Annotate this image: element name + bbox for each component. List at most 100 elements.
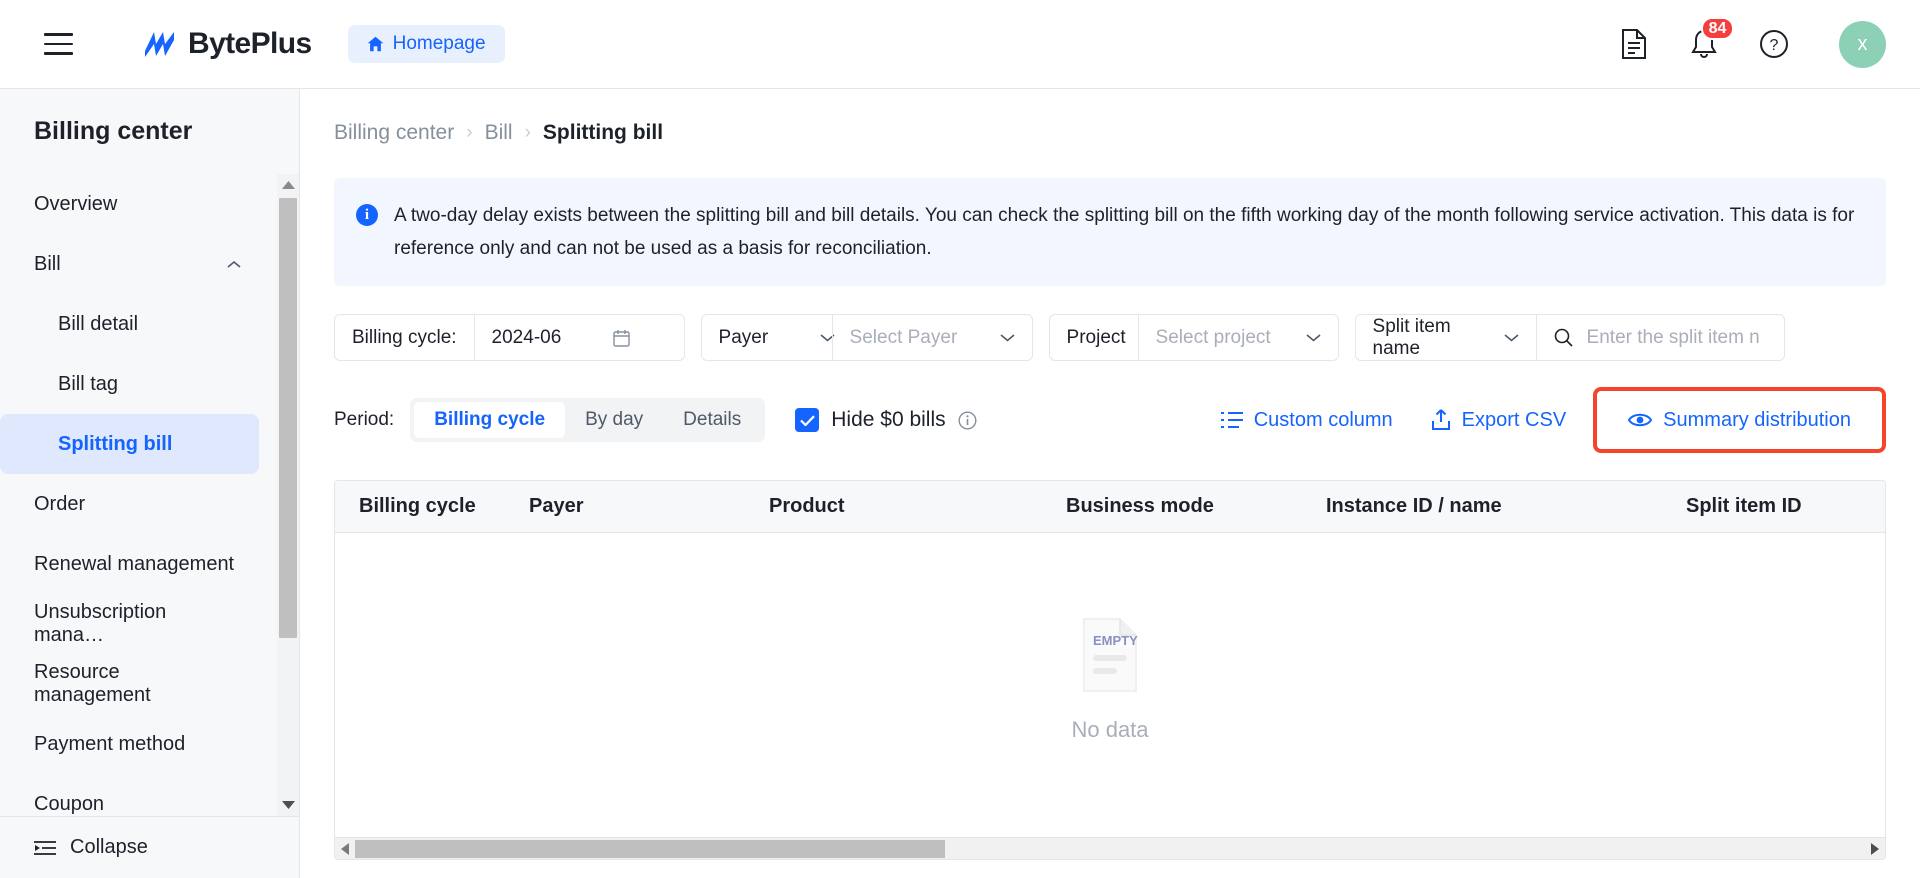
notification-badge: 84 <box>1701 17 1734 40</box>
tab-details[interactable]: Details <box>663 402 761 438</box>
splitting-bill-table: Billing cycle Payer Product Business mod… <box>334 480 1886 860</box>
collapse-button[interactable]: Collapse <box>0 816 299 878</box>
sidebar-item-label: Bill <box>34 252 61 275</box>
export-icon <box>1431 409 1450 430</box>
table-scrollbar-thumb[interactable] <box>355 839 945 858</box>
export-csv-button[interactable]: Export CSV <box>1412 399 1585 441</box>
info-icon: i <box>356 204 378 226</box>
chevron-down-icon <box>1000 334 1015 342</box>
column-header-business-mode[interactable]: Business mode <box>1042 495 1302 518</box>
scroll-down-arrow-icon[interactable] <box>277 794 299 816</box>
column-header-instance-id-name[interactable]: Instance ID / name <box>1302 495 1662 518</box>
payer-placeholder: Select Payer <box>849 326 958 348</box>
project-placeholder: Select project <box>1155 326 1271 348</box>
brand-logo[interactable]: BytePlus <box>143 27 312 61</box>
sidebar-title: Billing center <box>34 117 193 145</box>
custom-column-button[interactable]: Custom column <box>1202 399 1412 441</box>
breadcrumb: Billing center › Bill › Splitting bill <box>300 89 1920 145</box>
split-item-filter: Split item name Enter the split item n <box>1354 314 1785 361</box>
menu-icon[interactable] <box>36 22 80 66</box>
sidebar-item-unsubscription-management[interactable]: Unsubscription mana… <box>0 594 259 654</box>
home-icon <box>367 36 383 52</box>
payer-value-select[interactable]: Select Payer <box>831 315 1032 360</box>
split-item-search-field[interactable]: Enter the split item n <box>1535 315 1784 360</box>
sidebar-item-label: Unsubscription mana… <box>34 601 167 646</box>
notifications-button[interactable]: 84 <box>1687 17 1734 61</box>
sidebar-item-label: Bill detail <box>58 312 139 335</box>
scroll-left-arrow-icon[interactable] <box>335 838 355 860</box>
sidebar-item-overview[interactable]: Overview <box>0 174 259 234</box>
tab-billing-cycle[interactable]: Billing cycle <box>414 402 566 438</box>
table-header-row: Billing cycle Payer Product Business mod… <box>335 481 1885 533</box>
breadcrumb-separator: › <box>466 122 473 143</box>
project-filter: Project Select project <box>1048 314 1339 361</box>
hide-zero-bills-checkbox[interactable]: Hide $0 bills <box>795 408 977 432</box>
project-label: Project <box>1066 326 1126 348</box>
sidebar-scrollbar-thumb[interactable] <box>279 198 297 638</box>
empty-document-icon: EMPTY <box>1083 618 1138 692</box>
sidebar: Billing center Overview Bill Bill detail… <box>0 89 300 878</box>
table-horizontal-scrollbar[interactable] <box>335 837 1885 859</box>
tab-by-day[interactable]: By day <box>565 402 663 438</box>
breadcrumb-billing-center[interactable]: Billing center <box>334 121 454 145</box>
calendar-icon <box>613 329 630 347</box>
sidebar-item-renewal-management[interactable]: Renewal management <box>0 534 259 594</box>
scroll-up-arrow-icon[interactable] <box>277 174 299 196</box>
breadcrumb-bill[interactable]: Bill <box>485 121 513 145</box>
document-glyph-icon <box>1622 29 1646 59</box>
sidebar-item-order[interactable]: Order <box>0 474 259 534</box>
payer-select-label: Payer <box>718 326 769 348</box>
chevron-down-icon <box>1306 334 1321 342</box>
period-tabs: Billing cycle By day Details <box>410 398 766 442</box>
hide-zero-bills-label: Hide $0 bills <box>831 408 946 431</box>
list-columns-icon <box>1220 412 1243 428</box>
collapse-icon <box>34 840 56 855</box>
sidebar-item-bill-tag[interactable]: Bill tag <box>0 354 259 414</box>
summary-distribution-button[interactable]: Summary distribution <box>1609 399 1870 441</box>
sidebar-item-label: Renewal management <box>34 552 235 575</box>
sidebar-item-label: Coupon <box>34 792 105 815</box>
column-header-billing-cycle[interactable]: Billing cycle <box>335 495 505 518</box>
help-button[interactable]: ? <box>1757 27 1791 61</box>
empty-state-label: No data <box>1071 717 1149 742</box>
empty-state: EMPTY No data <box>335 533 1885 837</box>
billing-cycle-filter: Billing cycle: 2024-06 <box>334 314 685 361</box>
column-header-payer[interactable]: Payer <box>505 495 745 518</box>
sidebar-item-label: Splitting bill <box>58 432 173 455</box>
sidebar-item-label: Resource management <box>34 661 151 706</box>
scroll-right-arrow-icon[interactable] <box>1865 838 1885 860</box>
custom-column-label: Custom column <box>1253 408 1393 431</box>
homepage-button[interactable]: Homepage <box>347 25 505 63</box>
billing-cycle-value: 2024-06 <box>491 326 562 348</box>
sidebar-item-resource-management[interactable]: Resource management <box>0 654 259 714</box>
info-banner: i A two-day delay exists between the spl… <box>334 178 1886 286</box>
split-item-type-select[interactable]: Split item name <box>1356 315 1536 360</box>
avatar[interactable]: x <box>1839 20 1886 68</box>
sidebar-item-label: Payment method <box>34 732 186 755</box>
sidebar-item-splitting-bill[interactable]: Splitting bill <box>0 414 259 474</box>
sidebar-item-bill[interactable]: Bill <box>0 234 259 294</box>
header-actions: 84 ? x <box>1617 17 1886 68</box>
info-circle-icon[interactable] <box>958 410 977 430</box>
sidebar-scroll-area: Overview Bill Bill detail Bill tag Split… <box>0 174 299 816</box>
sidebar-item-coupon[interactable]: Coupon <box>0 774 259 816</box>
split-item-placeholder: Enter the split item n <box>1586 326 1760 348</box>
billing-cycle-picker[interactable]: 2024-06 <box>473 315 684 360</box>
payer-type-select[interactable]: Payer <box>702 315 835 360</box>
tab-label: Billing cycle <box>434 409 546 430</box>
homepage-label: Homepage <box>392 33 486 54</box>
summary-distribution-highlight: Summary distribution <box>1593 387 1886 453</box>
help-icon: ? <box>1760 30 1788 58</box>
document-icon[interactable] <box>1617 27 1651 61</box>
table-toolbar: Period: Billing cycle By day Details Hid… <box>300 361 1920 453</box>
tab-label: Details <box>683 409 742 430</box>
column-header-split-item-id[interactable]: Split item ID <box>1662 495 1885 518</box>
sidebar-scrollbar[interactable] <box>277 174 299 816</box>
sidebar-item-bill-detail[interactable]: Bill detail <box>0 294 259 354</box>
payer-filter: Payer Select Payer <box>700 314 1033 361</box>
summary-distribution-label: Summary distribution <box>1663 408 1851 431</box>
sidebar-item-payment-method[interactable]: Payment method <box>0 714 259 774</box>
project-value-select[interactable]: Select project <box>1137 315 1338 360</box>
column-header-product[interactable]: Product <box>745 495 1042 518</box>
period-label: Period: <box>334 409 395 430</box>
